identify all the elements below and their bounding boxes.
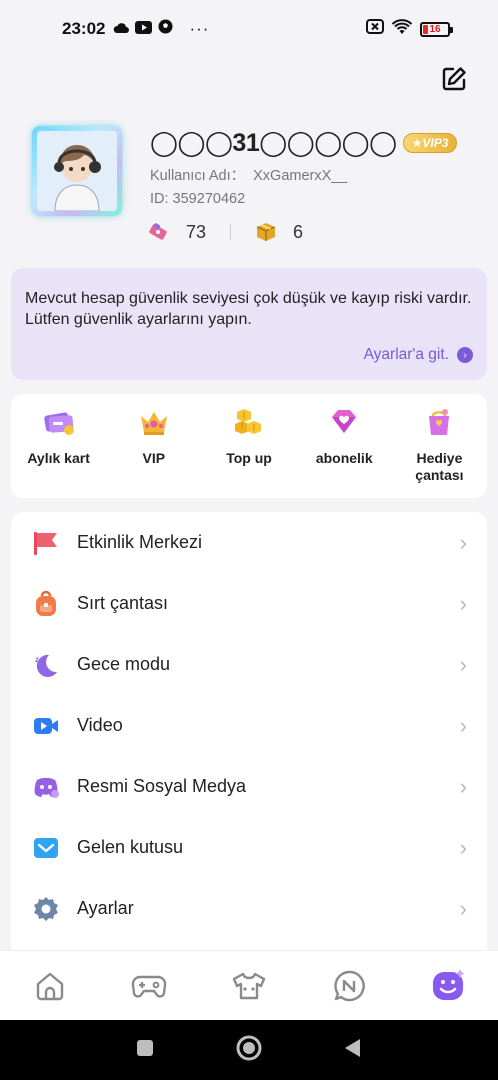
box-stat[interactable]: 6 — [255, 221, 303, 243]
menu-label: Resmi Sosyal Medya — [77, 776, 247, 796]
quick-action-label: Aylık kart — [27, 450, 90, 466]
menu-label: Gece modu — [77, 654, 171, 674]
menu-item-night-mode[interactable]: z Gece modu › — [11, 634, 487, 695]
cloud-icon — [113, 19, 130, 39]
battery-indicator: 16 — [420, 21, 453, 37]
system-navigation-bar — [0, 1020, 498, 1080]
battery-level: 16 — [429, 23, 441, 35]
soccer-ball-icon — [158, 19, 173, 39]
box-icon — [256, 223, 276, 241]
status-time: 23:02 — [62, 19, 106, 38]
quick-action-label: Hediye çantası — [415, 450, 464, 483]
user-id: ID: 359270462 — [150, 191, 246, 207]
username-row: Kullanıcı Adı： XxGamerxX__ — [150, 164, 347, 185]
profile-header: ◯◯◯31◯◯◯◯◯ ★VIP3 Kullanıcı Adı： XxGamerx… — [30, 124, 468, 254]
edit-icon — [442, 67, 466, 91]
moon-icon: z — [31, 650, 61, 680]
youtube-icon — [135, 19, 153, 39]
wifi-icon — [391, 18, 413, 40]
status-bar: 23:02 ··· 16 — [0, 0, 498, 58]
quick-action-label: VIP — [142, 450, 166, 466]
quick-action-subscription[interactable]: abonelik — [297, 406, 392, 498]
chevron-right-icon: › — [459, 834, 467, 860]
chevron-right-icon: › — [459, 529, 467, 555]
chevron-right-icon: › — [459, 712, 467, 738]
chevron-right-icon: › — [459, 590, 467, 616]
username-value: XxGamerxX__ — [253, 168, 348, 184]
nav-games[interactable] — [100, 969, 200, 1003]
menu-label: Etkinlik Merkezi — [77, 532, 203, 552]
quick-action-monthly-card[interactable]: Aylık kart — [11, 406, 106, 498]
menu-list: Etkinlik Merkezi › Sırt çantası › z Gece… — [11, 512, 487, 950]
mail-icon — [31, 833, 61, 863]
recents-icon — [137, 1039, 153, 1056]
stats-row: 73 6 — [148, 221, 303, 243]
menu-label: Video — [77, 715, 123, 735]
quick-action-gift-bag[interactable]: Hediye çantası — [392, 406, 487, 498]
menu-item-video[interactable]: Video › — [11, 695, 487, 756]
home-circle-icon — [236, 1035, 262, 1060]
crown-icon — [138, 406, 170, 438]
profile-name: ◯◯◯31◯◯◯◯◯ — [150, 129, 397, 157]
svg-text:z: z — [35, 655, 39, 664]
security-warning-card: Mevcut hesap güvenlik seviyesi çok düşük… — [11, 268, 487, 380]
quick-action-top-up[interactable]: Top up — [201, 406, 296, 498]
news-icon — [333, 970, 365, 1001]
profile-face-icon — [433, 968, 465, 1000]
ticket-icon — [149, 223, 167, 240]
home-button[interactable] — [235, 1034, 263, 1067]
menu-item-activity-center[interactable]: Etkinlik Merkezi › — [11, 512, 487, 573]
coins-icon — [233, 406, 265, 438]
stat-divider — [230, 224, 232, 240]
gamepad-icon — [132, 975, 167, 998]
discord-icon — [31, 772, 61, 802]
quick-actions: Aylık kart VIP Top up abonelik Hediye ça… — [11, 394, 487, 498]
avatar[interactable] — [32, 126, 122, 216]
more-notifications-icon: ··· — [189, 19, 210, 38]
go-to-settings-link[interactable]: Ayarlar'a git. › — [364, 346, 473, 364]
heart-gem-icon — [328, 406, 360, 438]
video-camera-icon — [31, 711, 61, 741]
quick-action-vip[interactable]: VIP — [106, 406, 201, 498]
quick-action-label: abonelik — [315, 450, 373, 466]
quick-action-label: Top up — [226, 450, 272, 466]
home-icon — [36, 972, 63, 1000]
menu-item-social-media[interactable]: Resmi Sosyal Medya › — [11, 756, 487, 817]
edit-profile-button[interactable] — [440, 65, 468, 93]
chevron-right-icon: › — [459, 773, 467, 799]
nav-news[interactable] — [299, 968, 399, 1004]
nav-outfit[interactable] — [199, 969, 299, 1003]
recents-button[interactable] — [135, 1038, 155, 1063]
chevron-right-icon: › — [459, 895, 467, 921]
flag-icon — [31, 528, 61, 558]
shirt-icon — [232, 972, 266, 999]
no-sim-icon — [366, 19, 384, 39]
vip-badge[interactable]: ★VIP3 — [402, 133, 458, 153]
nav-home[interactable] — [0, 969, 100, 1003]
backpack-icon — [31, 589, 61, 619]
go-to-settings-label: Ayarlar'a git. — [363, 346, 449, 363]
ticket-count: 73 — [186, 221, 207, 242]
gear-icon — [31, 894, 61, 924]
card-icon — [43, 406, 75, 438]
menu-item-inbox[interactable]: Gelen kutusu › — [11, 817, 487, 878]
menu-label: Sırt çantası — [77, 593, 169, 613]
back-triangle-icon — [345, 1038, 360, 1057]
chevron-right-icon: › — [459, 651, 467, 677]
menu-label: Gelen kutusu — [77, 837, 184, 857]
back-button[interactable] — [343, 1037, 363, 1064]
username-label: Kullanıcı Adı： — [150, 168, 246, 184]
box-count: 6 — [293, 221, 304, 242]
nav-profile[interactable] — [398, 967, 498, 1005]
bottom-nav — [0, 950, 498, 1020]
avatar-image — [37, 131, 117, 211]
security-message: Mevcut hesap güvenlik seviyesi çok düşük… — [25, 290, 472, 328]
gift-bag-icon — [423, 406, 455, 438]
menu-item-backpack[interactable]: Sırt çantası › — [11, 573, 487, 634]
ticket-stat[interactable]: 73 — [148, 222, 206, 243]
menu-item-settings[interactable]: Ayarlar › — [11, 878, 487, 939]
menu-label: Ayarlar — [77, 898, 134, 918]
chevron-right-icon: › — [457, 347, 473, 363]
